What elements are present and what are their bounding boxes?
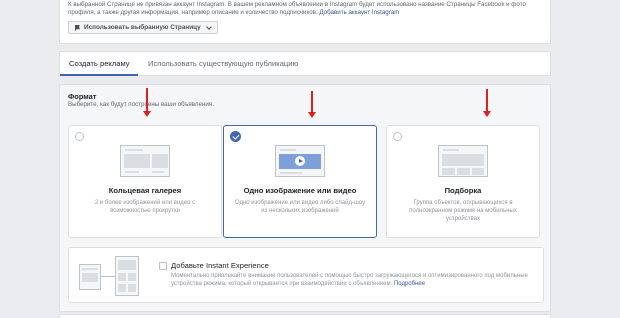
format-option-description: Одно изображение или видео либо слайд-шо… [234, 200, 366, 214]
instant-experience-icon [79, 256, 145, 298]
instagram-notice-text: К выбранной Странице не привязан аккаунт… [68, 1, 538, 17]
format-option-title: Одно изображение или видео [243, 186, 357, 195]
next-section-card [59, 314, 551, 318]
instant-experience-text: Моментально привлекайте внимание пользов… [171, 273, 528, 287]
tab-use-existing-post[interactable]: Использовать существующую публикацию [148, 59, 298, 68]
format-option-single-image-video[interactable]: Одно изображение или видео Одно изображе… [223, 125, 377, 238]
learn-more-link[interactable]: Подробнее [394, 281, 425, 287]
use-selected-page-label: Использовать выбранную Страницу [84, 24, 201, 31]
format-option-title: Подборка [444, 186, 482, 195]
creation-tabs: Создать рекламу Использовать существующу… [59, 51, 551, 76]
use-selected-page-button[interactable]: Использовать выбранную Страницу [68, 21, 218, 34]
format-option-title: Кольцевая галерея [108, 186, 182, 195]
instant-experience-card: Добавьте Instant Experience Моментально … [68, 247, 544, 303]
annotation-arrow [483, 89, 491, 117]
format-subtitle: Выберите, как будут построены ваши объяв… [68, 101, 214, 108]
instant-experience-checkbox[interactable] [159, 262, 167, 270]
add-instagram-account-link[interactable]: Добавить аккаунт Instagram [319, 9, 399, 16]
chevron-down-icon [205, 23, 212, 30]
annotation-arrow [143, 88, 151, 117]
radio-button[interactable] [75, 132, 84, 141]
flag-icon [75, 24, 80, 31]
format-title: Формат [68, 92, 97, 101]
notice-text: К выбранной Странице не привязан аккаунт… [68, 1, 526, 16]
selected-check-icon[interactable] [230, 131, 241, 142]
radio-button[interactable] [393, 132, 402, 141]
format-option-collection[interactable]: Подборка Группа объектов, открывающихся … [386, 125, 540, 238]
active-tab-indicator [60, 74, 138, 76]
collection-icon [438, 145, 488, 177]
instagram-notice-card: К выбранной Странице не привязан аккаунт… [59, 0, 551, 44]
format-section: Формат Выберите, как будут построены ваш… [59, 84, 551, 312]
instant-experience-title: Добавьте Instant Experience [171, 261, 269, 270]
tab-create-ad[interactable]: Создать рекламу [69, 59, 130, 68]
instant-experience-description: Моментально привлекайте внимание пользов… [171, 272, 541, 288]
format-option-carousel[interactable]: Кольцевая галерея 2 и более изображений … [68, 125, 222, 238]
format-option-description: 2 и более изображений или видео с возмож… [94, 200, 196, 214]
carousel-icon [120, 145, 170, 177]
format-option-description: Группа объектов, открывающихся в полноэк… [409, 200, 517, 222]
annotation-arrow [308, 91, 316, 118]
single-image-video-icon [275, 145, 325, 177]
